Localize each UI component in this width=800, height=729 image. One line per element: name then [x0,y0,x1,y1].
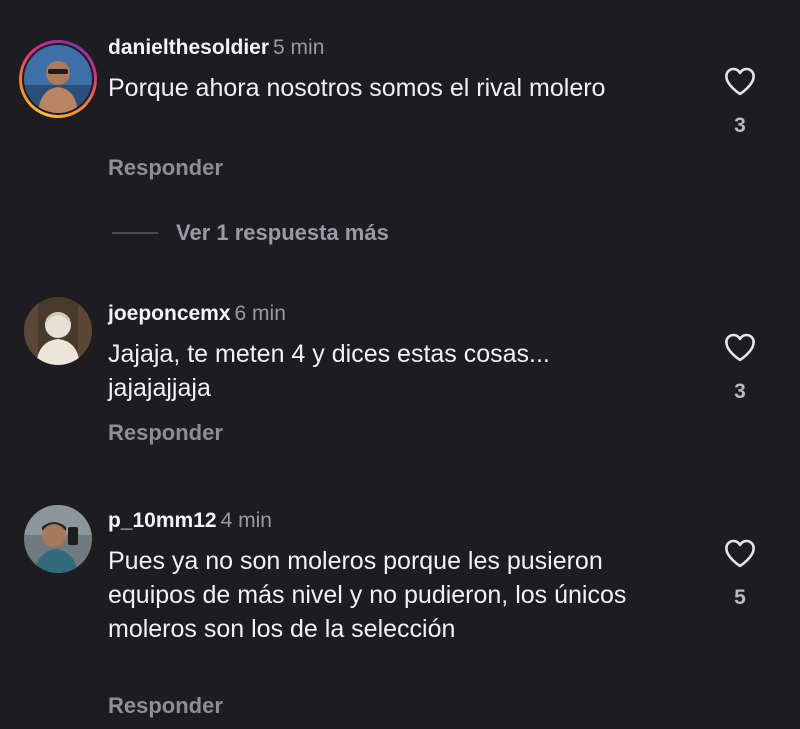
like-count: 3 [734,380,746,403]
comment-time: 5 min [273,36,325,59]
divider [112,232,158,234]
statue-bust-icon [24,297,92,365]
like-area: 3 [718,332,762,404]
reply-button[interactable]: Responder [108,155,223,181]
view-more-replies-label: Ver 1 respuesta más [176,220,389,245]
like-area: 3 [718,66,762,138]
avatar[interactable] [24,45,92,113]
reply-button[interactable]: Responder [108,420,223,446]
comment-text: Jajaja, te meten 4 y dices estas cosas..… [108,340,550,402]
like-area: 5 [718,538,762,610]
avatar[interactable] [24,297,92,365]
like-count: 5 [734,586,746,609]
avatar[interactable] [24,505,92,573]
comment-time: 6 min [234,302,286,325]
reply-button[interactable]: Responder [108,693,223,719]
comment-username[interactable]: joeponcemx [108,302,231,325]
selfie-photo-icon [24,505,92,573]
comment-username[interactable]: danielthesoldier [108,36,269,59]
view-more-replies-button[interactable]: Ver 1 respuesta más [112,218,389,248]
heart-icon[interactable] [723,538,757,568]
comment-text: Porque ahora nosotros somos el rival mol… [108,74,606,102]
comment-time: 4 min [220,509,272,532]
heart-icon[interactable] [723,66,757,96]
like-count: 3 [734,114,746,137]
heart-icon[interactable] [723,332,757,362]
comment-text: Pues ya no son moleros porque les pusier… [108,547,627,643]
avatar-photo-icon [24,45,92,113]
story-ring[interactable] [19,40,97,118]
comment-username[interactable]: p_10mm12 [108,509,217,532]
